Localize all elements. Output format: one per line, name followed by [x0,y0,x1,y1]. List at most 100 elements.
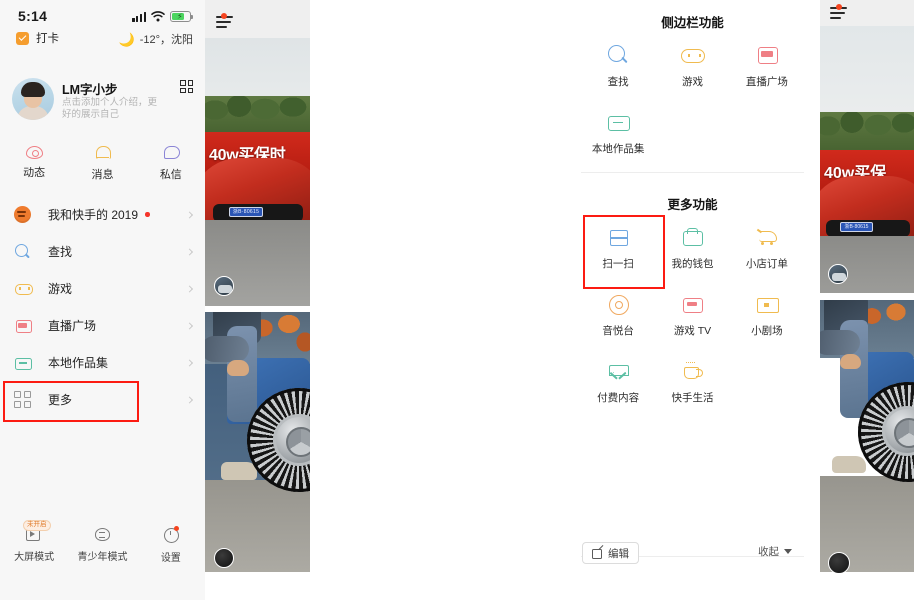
screenshot-stage: 5:14 ⚡ 打卡 🌙 -12°，沈阳 LM字小步 点击添加个人介绍，更好的展示… [0,0,914,607]
license-plate: 浙B·80615 [840,222,873,232]
sidebar-bottom-bar: 未开启 大屏模式 青少年模式 设置 [0,518,205,576]
grid-item-scan[interactable]: 扫一扫 [581,226,655,271]
action-dongtai[interactable]: 动态 [0,144,68,190]
video-thumbnail-car[interactable]: 40w买保时 浙B·80615 [205,38,310,306]
bottom-item-teen-mode[interactable]: 青少年模式 [68,518,136,576]
game-icon [681,44,706,66]
action-label: 消息 [91,169,114,181]
caret-down-icon [784,549,792,554]
video-author-avatar[interactable] [828,552,850,574]
sidebar-item-label: 查找 [48,245,73,259]
action-label: 私信 [159,169,182,181]
menu-dot-badge [836,4,842,10]
video-author-avatar[interactable] [214,276,234,296]
grid-icon [14,391,31,408]
live-icon [756,44,778,66]
grid-item-label: 快手生活 [671,392,714,404]
weather-widget[interactable]: 🌙 -12°，沈阳 [119,31,194,47]
grid-item-wallet[interactable]: 我的钱包 [655,226,729,271]
sidebar-item-live[interactable]: 直播广场 [0,307,205,344]
grid-item-live-plaza[interactable]: 直播广场 [730,44,804,89]
qr-code-icon[interactable] [180,80,193,93]
status-bar-time: 5:14 [18,8,48,24]
avatar[interactable] [12,78,54,120]
profile-block[interactable]: LM字小步 点击添加个人介绍，更好的展示自己 [0,76,205,130]
coffee-cup-icon [681,360,704,382]
grid-item-game[interactable]: 游戏 [655,44,729,89]
action-label: 动态 [23,167,46,179]
grid-item-paid-content[interactable]: 付费内容 [581,360,655,405]
bottom-item-label: 青少年模式 [77,552,128,563]
panel-bottom-bar: 编辑 收起 [565,538,820,576]
scan-icon [607,226,629,248]
eye-icon [25,146,43,159]
right-phone-screenshot: 侧边栏功能 查找 游戏 直播广场 本地作品集 更多功能 扫一扫 我的钱包 小店订… [565,0,914,600]
profile-name: LM字小步 [62,83,118,97]
weather-text: -12°，沈阳 [139,34,193,46]
more-functions-grid: 扫一扫 我的钱包 小店订单 音悦台 游戏 TV 小剧场 付费内容 快手生活 [581,226,804,405]
chevron-right-icon [185,247,194,256]
sidebar-item-game[interactable]: 游戏 [0,270,205,307]
bottom-item-settings[interactable]: 设置 [137,518,205,576]
sidebar-item-search[interactable]: 查找 [0,233,205,270]
menu-dot-badge [221,13,227,19]
grid-item-local-works[interactable]: 本地作品集 [581,111,655,156]
bottom-item-big-screen[interactable]: 未开启 大屏模式 [0,518,68,576]
left-phone-screenshot: 5:14 ⚡ 打卡 🌙 -12°，沈阳 LM字小步 点击添加个人介绍，更好的展示… [0,0,310,600]
music-disc-icon [607,293,630,315]
chevron-right-icon [185,284,194,293]
sidebar-item-label: 直播广场 [48,319,97,333]
video-author-avatar[interactable] [828,264,848,284]
grid-item-shop-orders[interactable]: 小店订单 [730,226,804,271]
search-icon [14,243,31,260]
game-icon [14,280,33,297]
diamond-icon [607,360,630,382]
edit-button[interactable]: 编辑 [582,542,639,564]
collapse-label: 收起 [758,546,779,558]
chevron-right-icon [185,358,194,367]
checkin-button[interactable]: 打卡 [16,30,59,46]
folder-icon [607,111,631,133]
video-thumbnail-car[interactable]: 40w买保 浙B·80615 [820,26,914,293]
sidebar-item-label: 游戏 [48,282,73,296]
video-feed-header [820,0,914,26]
video-thumbnail-wheel[interactable] [820,300,914,572]
search-icon [607,44,629,66]
grid-item-kuaishou-life[interactable]: 快手生活 [655,360,729,405]
license-plate: 浙B·80615 [229,207,263,217]
wallet-icon [681,226,704,248]
left-sidebar-drawer: 5:14 ⚡ 打卡 🌙 -12°，沈阳 LM字小步 点击添加个人介绍，更好的展示… [0,0,205,600]
chat-bubble-icon [162,144,180,161]
sidebar-item-more[interactable]: 更多 [0,381,205,418]
battery-charging-icon: ⚡ [170,11,193,22]
sidebar-functions-grid: 查找 游戏 直播广场 本地作品集 [581,44,804,156]
grid-item-label: 扫一扫 [602,258,634,270]
checkin-weather-row: 打卡 🌙 -12°，沈阳 [0,26,205,54]
action-sixin[interactable]: 私信 [137,144,205,190]
video-author-avatar[interactable] [214,548,234,568]
sidebar-item-2019[interactable]: 我和快手的 2019 [0,196,205,233]
bottom-item-label: 设置 [160,553,181,564]
collapse-button[interactable]: 收起 [758,544,792,559]
section-title-sidebar-functions: 侧边栏功能 [661,16,724,30]
grid-item-label: 本地作品集 [591,143,645,155]
game-tv-icon [681,293,704,315]
sidebar-item-local-works[interactable]: 本地作品集 [0,344,205,381]
grid-item-search[interactable]: 查找 [581,44,655,89]
wifi-icon [151,11,165,22]
grid-item-theater[interactable]: 小剧场 [730,293,804,338]
settings-dot-badge [174,526,180,531]
grid-item-music-stage[interactable]: 音悦台 [581,293,655,338]
unread-dot-badge [145,212,150,217]
cart-icon [756,226,778,248]
status-badge: 未开启 [23,520,51,531]
right-video-feed: 40w买保 浙B·80615 [820,0,914,600]
action-xiaoxi[interactable]: 消息 [68,144,136,190]
tv-icon [756,293,779,315]
video-thumbnail-wheel[interactable] [205,312,310,572]
bell-icon [94,144,111,161]
grid-item-game-tv[interactable]: 游戏 TV [655,293,729,338]
live-icon [14,317,32,334]
profile-description[interactable]: 点击添加个人介绍，更好的展示自己 [62,97,162,121]
left-video-feed: 40w买保时 浙B·80615 [205,0,310,600]
